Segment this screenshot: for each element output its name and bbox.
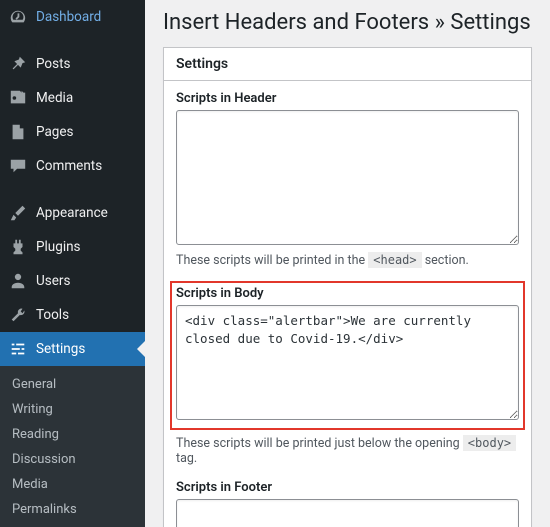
scripts-body-hint: These scripts will be printed just below… xyxy=(176,436,519,466)
sidebar-item-label: Tools xyxy=(36,307,69,323)
sidebar-item-label: Pages xyxy=(36,124,74,140)
scripts-header-label: Scripts in Header xyxy=(176,91,519,106)
submenu-item-privacy[interactable]: Privacy xyxy=(0,522,145,527)
sidebar-item-media[interactable]: Media xyxy=(0,81,145,115)
head-code: <head> xyxy=(368,252,421,268)
sidebar-item-label: Posts xyxy=(36,56,70,72)
comment-icon xyxy=(8,156,28,176)
scripts-header-hint: These scripts will be printed in the <he… xyxy=(176,253,519,268)
submenu-item-media[interactable]: Media xyxy=(0,472,145,497)
submenu-item-discussion[interactable]: Discussion xyxy=(0,447,145,472)
page-title: Insert Headers and Footers » Settings xyxy=(163,10,532,35)
sidebar-item-settings[interactable]: Settings xyxy=(0,332,145,366)
sidebar-item-users[interactable]: Users xyxy=(0,264,145,298)
sidebar-item-plugins[interactable]: Plugins xyxy=(0,230,145,264)
page-icon xyxy=(8,122,28,142)
dashboard-icon xyxy=(8,7,28,27)
panel-heading: Settings xyxy=(164,48,531,81)
submenu-item-general[interactable]: General xyxy=(0,372,145,397)
scripts-body-textarea[interactable] xyxy=(176,305,519,420)
sidebar-item-appearance[interactable]: Appearance xyxy=(0,196,145,230)
content-area: Insert Headers and Footers » Settings Se… xyxy=(145,0,550,527)
scripts-header-textarea[interactable] xyxy=(176,110,519,245)
scripts-footer-label: Scripts in Footer xyxy=(176,480,519,495)
sidebar-item-dashboard[interactable]: Dashboard xyxy=(0,0,145,34)
brush-icon xyxy=(8,203,28,223)
sidebar-item-label: Appearance xyxy=(36,205,108,221)
sidebar-item-tools[interactable]: Tools xyxy=(0,298,145,332)
body-code: <body> xyxy=(463,435,516,451)
sidebar-item-label: Plugins xyxy=(36,239,81,255)
settings-panel: Settings Scripts in Header These scripts… xyxy=(163,47,532,527)
pin-icon xyxy=(8,54,28,74)
plugin-icon xyxy=(8,237,28,257)
field-scripts-header: Scripts in Header These scripts will be … xyxy=(176,91,519,268)
wrench-icon xyxy=(8,305,28,325)
submenu-item-permalinks[interactable]: Permalinks xyxy=(0,497,145,522)
admin-sidebar: Dashboard Posts Media Pages Comments App… xyxy=(0,0,145,527)
sliders-icon xyxy=(8,339,28,359)
sidebar-item-label: Media xyxy=(36,90,73,106)
sidebar-item-label: Settings xyxy=(36,341,85,357)
scripts-body-label: Scripts in Body xyxy=(176,286,519,301)
sidebar-item-pages[interactable]: Pages xyxy=(0,115,145,149)
sidebar-item-comments[interactable]: Comments xyxy=(0,149,145,183)
media-icon xyxy=(8,88,28,108)
sidebar-item-posts[interactable]: Posts xyxy=(0,47,145,81)
field-scripts-body: Scripts in Body xyxy=(170,281,525,430)
submenu-item-writing[interactable]: Writing xyxy=(0,397,145,422)
sidebar-item-label: Comments xyxy=(36,158,102,174)
scripts-footer-textarea[interactable] xyxy=(176,499,519,527)
settings-submenu: General Writing Reading Discussion Media… xyxy=(0,366,145,527)
field-scripts-footer: Scripts in Footer xyxy=(176,480,519,527)
user-icon xyxy=(8,271,28,291)
submenu-item-reading[interactable]: Reading xyxy=(0,422,145,447)
sidebar-item-label: Dashboard xyxy=(36,9,101,25)
sidebar-item-label: Users xyxy=(36,273,70,289)
